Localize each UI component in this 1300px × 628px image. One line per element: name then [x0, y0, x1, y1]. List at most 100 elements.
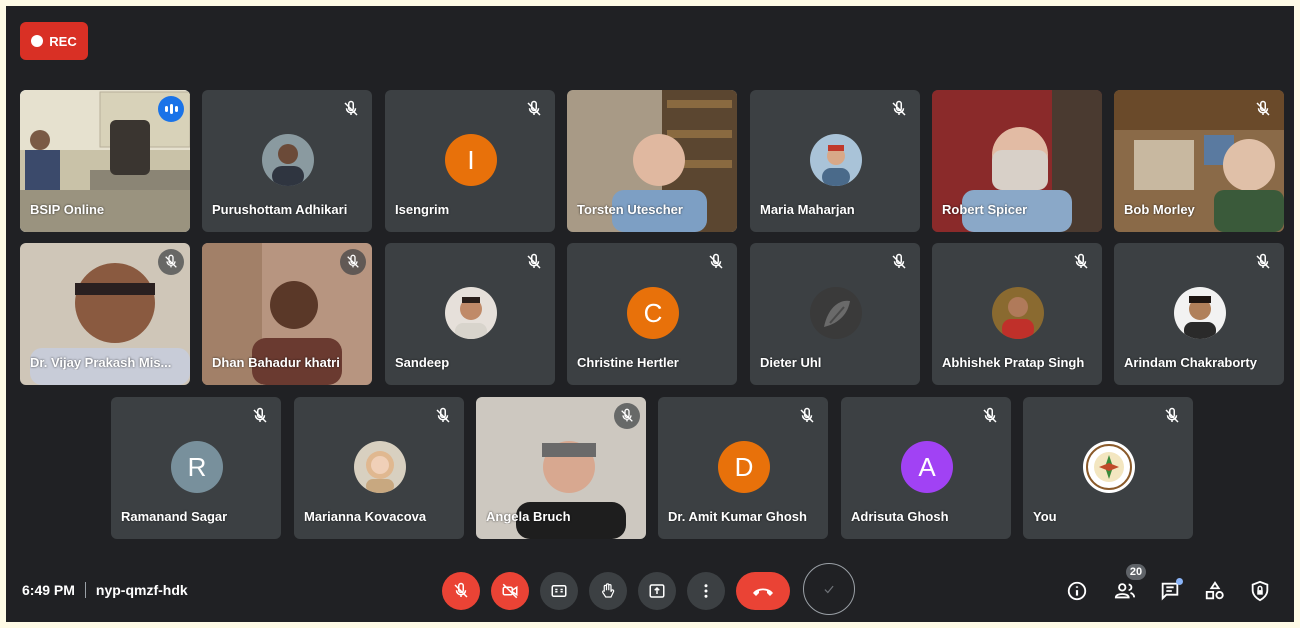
participant-tile[interactable]: Bob Morley — [1114, 90, 1284, 232]
mic-off-icon — [253, 407, 267, 423]
host-controls-button[interactable] — [1248, 579, 1272, 603]
mic-off-icon — [454, 582, 468, 598]
participant-name: Ramanand Sagar — [121, 509, 228, 524]
participant-tile[interactable]: Angela Bruch — [476, 397, 646, 539]
closed-captions-icon — [551, 585, 567, 597]
status-indicator — [803, 563, 855, 615]
present-screen-button[interactable] — [638, 572, 676, 610]
participant-initial-avatar: I — [445, 134, 497, 186]
participant-name: Bob Morley — [1124, 202, 1195, 217]
mic-off-icon — [800, 407, 814, 423]
activities-button[interactable] — [1203, 579, 1227, 603]
participant-initial-avatar: R — [171, 441, 223, 493]
hand-icon — [602, 583, 615, 598]
participant-tile[interactable]: Robert Spicer — [932, 90, 1102, 232]
mic-off-icon — [892, 100, 906, 116]
participant-tile[interactable]: Dieter Uhl — [750, 243, 920, 385]
participant-tile[interactable]: Purushottam Adhikari — [202, 90, 372, 232]
participant-initial-avatar: A — [901, 441, 953, 493]
participant-name: Adrisuta Ghosh — [851, 509, 949, 524]
participant-tile[interactable]: Abhishek Pratap Singh — [932, 243, 1102, 385]
raise-hand-button[interactable] — [589, 572, 627, 610]
participant-initial-avatar: C — [627, 287, 679, 339]
participant-avatar-photo — [992, 287, 1044, 339]
participant-tile[interactable]: A Adrisuta Ghosh — [841, 397, 1011, 539]
participant-name: Isengrim — [395, 202, 450, 217]
participant-tile-self[interactable]: You — [1023, 397, 1193, 539]
record-dot-icon — [31, 35, 44, 47]
mic-off-icon — [1256, 253, 1270, 269]
present-icon — [649, 584, 665, 598]
participant-name: Arindam Chakraborty — [1124, 355, 1257, 370]
participant-name: Christine Hertler — [577, 355, 679, 370]
participant-tile[interactable]: Sandeep — [385, 243, 555, 385]
show-everyone-button[interactable] — [1113, 579, 1137, 603]
participant-avatar-photo — [262, 134, 314, 186]
participant-name: Abhishek Pratap Singh — [942, 355, 1085, 370]
participant-name: Purushottam Adhikari — [212, 202, 348, 217]
participant-avatar-photo — [1174, 287, 1226, 339]
participant-name: Dr. Vijay Prakash Mis... — [30, 355, 172, 370]
participant-avatar-photo — [354, 441, 406, 493]
mic-off-icon — [527, 253, 541, 269]
participant-tile[interactable]: C Christine Hertler — [567, 243, 737, 385]
captions-button[interactable] — [540, 572, 578, 610]
meeting-info-button[interactable] — [1065, 579, 1089, 603]
shield-lock-icon — [1251, 580, 1269, 602]
mic-off-icon — [436, 407, 450, 423]
participant-initial-avatar: D — [718, 441, 770, 493]
meeting-code: nyp-qmzf-hdk — [95, 582, 188, 598]
participant-tile[interactable]: Dhan Bahadur khatri — [202, 243, 372, 385]
participant-name: Marianna Kovacova — [304, 509, 427, 524]
recording-badge[interactable]: REC — [20, 22, 88, 60]
participant-avatar-photo — [810, 134, 862, 186]
mic-off-icon — [1074, 253, 1088, 269]
participant-name: Dieter Uhl — [760, 355, 822, 370]
participant-tile[interactable]: Maria Maharjan — [750, 90, 920, 232]
call-end-icon — [753, 588, 773, 596]
participant-name: Dr. Amit Kumar Ghosh — [668, 509, 807, 524]
participant-name: Maria Maharjan — [760, 202, 855, 217]
mic-off-icon — [158, 249, 184, 275]
mic-off-icon — [1165, 407, 1179, 423]
meeting-time: 6:49 PM — [22, 582, 75, 598]
info-icon — [1067, 581, 1087, 601]
camera-off-icon — [502, 583, 518, 599]
mic-off-icon — [614, 403, 640, 429]
participant-tile[interactable]: Dr. Vijay Prakash Mis... — [20, 243, 190, 385]
toggle-camera-button[interactable] — [491, 572, 529, 610]
toggle-microphone-button[interactable] — [442, 572, 480, 610]
institute-logo-avatar — [1083, 441, 1135, 493]
participant-tile[interactable]: I Isengrim — [385, 90, 555, 232]
people-icon — [1114, 583, 1136, 599]
check-icon — [824, 585, 834, 594]
more-options-button[interactable] — [687, 572, 725, 610]
meeting-details[interactable]: 6:49 PM nyp-qmzf-hdk — [22, 582, 188, 598]
participant-tile[interactable]: Marianna Kovacova — [294, 397, 464, 539]
participant-count-badge: 20 — [1126, 564, 1146, 580]
more-vert-icon — [704, 584, 708, 598]
participant-name: Dhan Bahadur khatri — [212, 355, 340, 370]
participant-name: Torsten Utescher — [577, 202, 683, 217]
participant-tile[interactable]: BSIP Online — [20, 90, 190, 232]
participant-avatar-photo — [810, 287, 862, 339]
participant-name: Robert Spicer — [942, 202, 1028, 217]
mic-off-icon — [527, 100, 541, 116]
mic-off-icon — [340, 249, 366, 275]
participant-tile[interactable]: Arindam Chakraborty — [1114, 243, 1284, 385]
participant-avatar-photo — [445, 287, 497, 339]
activities-icon — [1205, 581, 1224, 600]
recording-label: REC — [49, 33, 77, 49]
participant-name: Angela Bruch — [486, 509, 571, 524]
mic-off-icon — [1256, 100, 1270, 116]
mic-off-icon — [709, 253, 723, 269]
participant-tile[interactable]: Torsten Utescher — [567, 90, 737, 232]
participant-tile[interactable]: R Ramanand Sagar — [111, 397, 281, 539]
mic-off-icon — [892, 253, 906, 269]
participant-tile[interactable]: D Dr. Amit Kumar Ghosh — [658, 397, 828, 539]
new-message-dot — [1176, 578, 1183, 585]
mic-off-icon — [344, 100, 358, 116]
speaking-indicator-icon — [158, 96, 184, 122]
participant-name: BSIP Online — [30, 202, 105, 217]
leave-call-button[interactable] — [736, 572, 790, 610]
